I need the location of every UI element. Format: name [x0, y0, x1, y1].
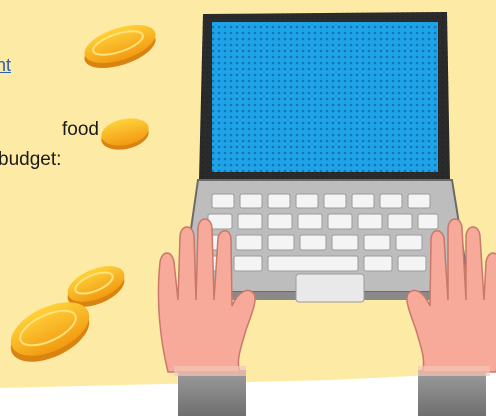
body-text-line: budget:: [0, 149, 62, 170]
article-link[interactable]: ht: [0, 55, 11, 76]
illustration: [0, 0, 496, 416]
illustration-stage: ht food budget:: [0, 0, 496, 416]
body-text-line: food: [62, 119, 99, 140]
trackpad: [295, 273, 365, 303]
